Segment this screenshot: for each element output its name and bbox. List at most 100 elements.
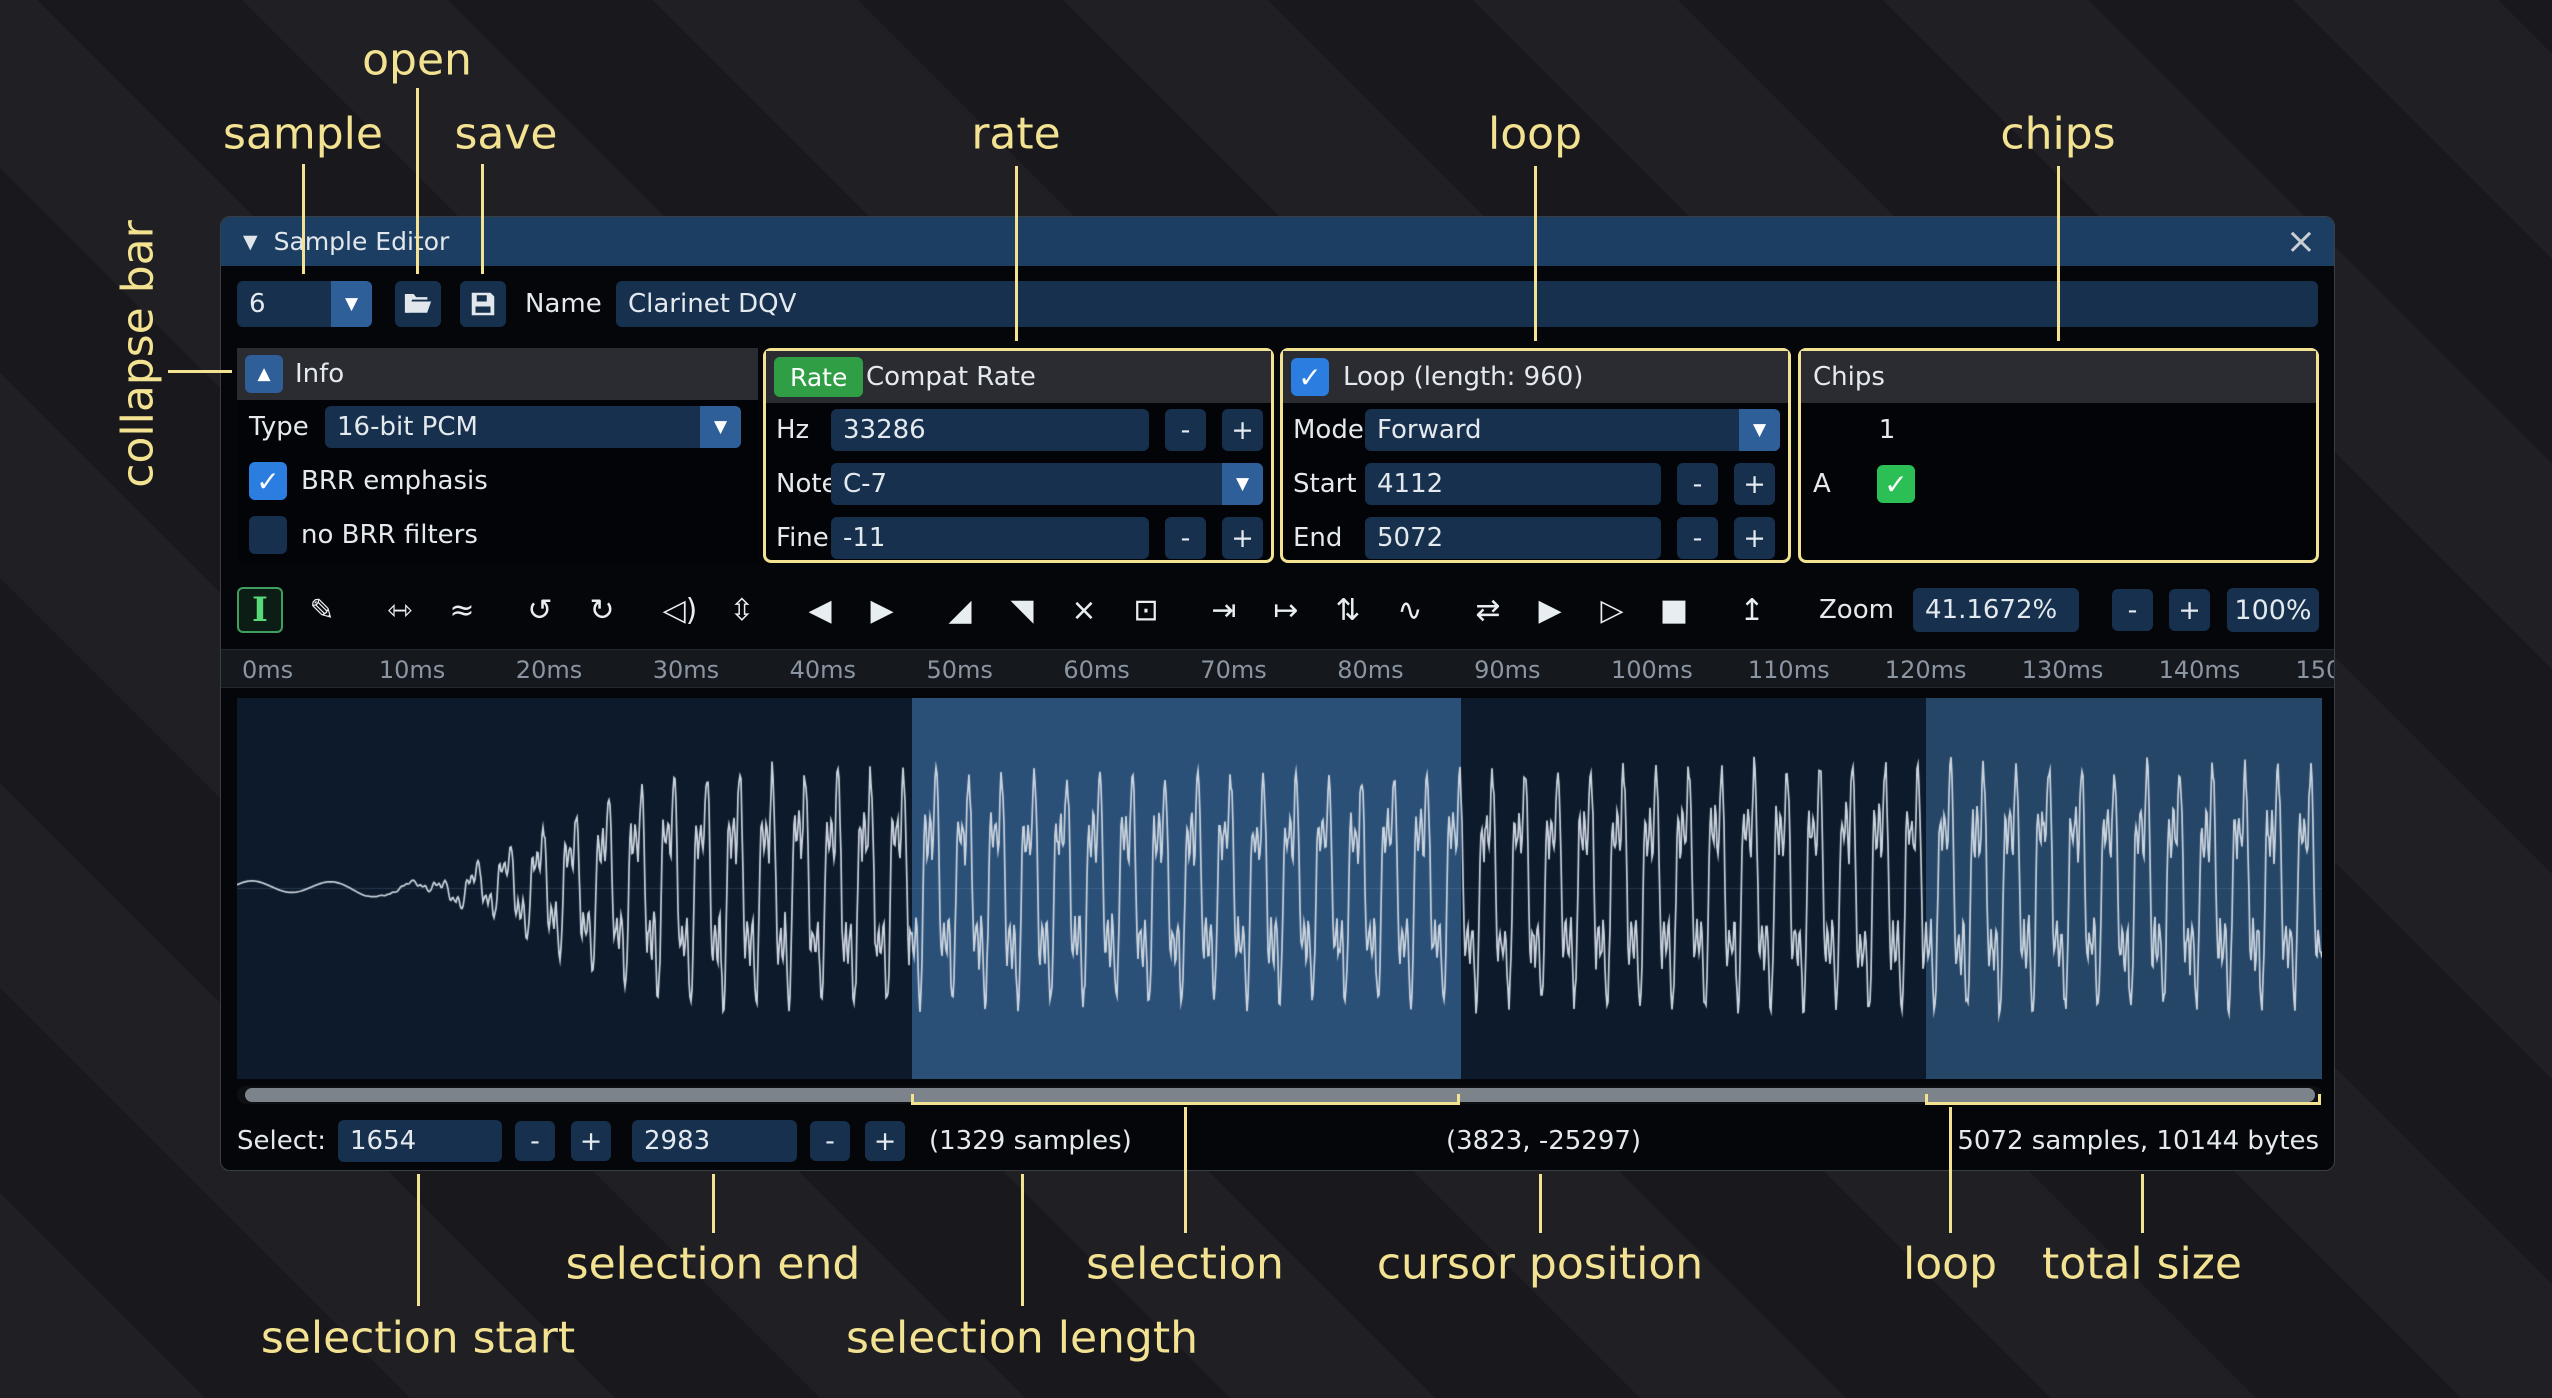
annotation-loop-bottom: loop	[1903, 1239, 1997, 1290]
loop-bracket	[1925, 1094, 2321, 1105]
selection-start-increment-button[interactable]: +	[571, 1121, 611, 1161]
rate-panel-header: Rate Compat Rate	[766, 351, 1271, 403]
sample-name-input[interactable]: Clarinet DQV	[616, 281, 2318, 327]
sample-editor-window: ▼ Sample Editor × 6 ▼ Name Clarinet DQV …	[220, 216, 2335, 1171]
annotation-line-cursor-position	[1539, 1174, 1542, 1233]
annotation-loop: loop	[1488, 109, 1582, 160]
fade-out-icon[interactable]: ◥	[999, 587, 1045, 633]
dropdown-arrow-icon[interactable]: ▼	[1222, 463, 1263, 505]
selection-end-input[interactable]: 2983	[632, 1120, 797, 1162]
no-brr-filters-label: no BRR filters	[301, 514, 478, 556]
annotation-line-collapse-bar	[168, 370, 232, 373]
brr-emphasis-checkbox[interactable]: ✓	[249, 462, 287, 500]
waveform-display[interactable]	[237, 698, 2322, 1079]
stop-icon[interactable]: ■	[1651, 587, 1697, 633]
window-collapse-icon[interactable]: ▼	[243, 231, 258, 253]
sample-number-combo[interactable]: 6 ▼	[237, 281, 372, 327]
note-combo[interactable]: C-7 ▼	[831, 463, 1263, 505]
resize-icon[interactable]: ⇿	[377, 587, 423, 633]
filter-icon[interactable]: ∿	[1387, 587, 1433, 633]
no-brr-filters-checkbox[interactable]	[249, 516, 287, 554]
floppy-save-icon	[468, 289, 498, 319]
save-button[interactable]	[460, 281, 506, 327]
annotation-line-selection-length	[1021, 1174, 1024, 1306]
annotation-selection-end: selection end	[566, 1239, 861, 1290]
loop-mode-combo[interactable]: Forward ▼	[1365, 409, 1780, 451]
fade-in-icon[interactable]: ◢	[937, 587, 983, 633]
amplify-icon[interactable]: ◁)	[657, 587, 703, 633]
reverse-icon[interactable]: ◀	[797, 587, 843, 633]
fine-input[interactable]: -11	[831, 517, 1149, 559]
status-row: Select: 1654 - + 2983 - + (1329 samples)…	[221, 1119, 2334, 1164]
check-icon: ✓	[1298, 361, 1321, 394]
normalize-icon[interactable]: ⇳	[719, 587, 765, 633]
timeline-label: 80ms	[1337, 656, 1403, 684]
dropdown-arrow-icon[interactable]: ▼	[331, 281, 372, 327]
selection-bracket	[911, 1094, 1460, 1105]
annotation-cursor-position: cursor position	[1377, 1239, 1703, 1290]
rate-panel: Rate Compat Rate Hz 33286 - + Note C-7 ▼…	[763, 348, 1274, 563]
zoom-reset-button[interactable]: 100%	[2227, 588, 2319, 632]
zoom-out-button[interactable]: -	[2112, 589, 2153, 631]
annotation-open: open	[362, 35, 472, 86]
insert-silence-icon[interactable]: ⇥	[1201, 587, 1247, 633]
hz-decrement-button[interactable]: -	[1165, 409, 1206, 451]
loop-end-input[interactable]: 5072	[1365, 517, 1661, 559]
cursor-position-text: (3823, -25297)	[1446, 1119, 1641, 1163]
forward-icon[interactable]: ▶	[859, 587, 905, 633]
selection-end-increment-button[interactable]: +	[865, 1121, 905, 1161]
collapse-bar-button[interactable]: ▲	[245, 355, 283, 393]
fine-increment-button[interactable]: +	[1222, 517, 1263, 559]
annotation-selection-start: selection start	[261, 1313, 575, 1364]
loop-start-increment-button[interactable]: +	[1734, 463, 1775, 505]
resample-icon[interactable]: ≈	[439, 587, 485, 633]
loop-start-input[interactable]: 4112	[1365, 463, 1661, 505]
preview-loop-icon[interactable]: ▷	[1589, 587, 1635, 633]
chips-panel: Chips 1 A ✓	[1798, 348, 2319, 563]
open-button[interactable]	[395, 281, 441, 327]
select-mode-icon[interactable]: I	[237, 587, 283, 633]
trim-icon[interactable]: ⊡	[1123, 587, 1169, 633]
chevron-up-icon: ▲	[257, 364, 270, 384]
import-icon[interactable]: ↥	[1729, 587, 1775, 633]
type-combo[interactable]: 16-bit PCM ▼	[325, 406, 741, 448]
loop-checkbox[interactable]: ✓	[1291, 358, 1329, 396]
redo-icon[interactable]: ↻	[579, 587, 625, 633]
selection-start-decrement-button[interactable]: -	[515, 1121, 555, 1161]
info-panel-title: Info	[295, 348, 344, 400]
hz-input[interactable]: 33286	[831, 409, 1149, 451]
annotation-selection: selection	[1086, 1239, 1284, 1290]
dropdown-arrow-icon[interactable]: ▼	[1739, 409, 1780, 451]
loop-end-decrement-button[interactable]: -	[1677, 517, 1718, 559]
apply-silence-icon[interactable]: ↦	[1263, 587, 1309, 633]
loop-panel-title: Loop (length: 960)	[1343, 351, 1583, 403]
draw-mode-icon[interactable]: ✎	[299, 587, 345, 633]
hz-increment-button[interactable]: +	[1222, 409, 1263, 451]
title-bar[interactable]: ▼ Sample Editor ×	[221, 217, 2334, 266]
annotation-line-rate	[1015, 166, 1018, 341]
fine-decrement-button[interactable]: -	[1165, 517, 1206, 559]
timeline-ruler[interactable]: 0ms10ms20ms30ms40ms50ms60ms70ms80ms90ms1…	[221, 649, 2334, 688]
delete-icon[interactable]: ×	[1061, 587, 1107, 633]
waveform-canvas	[237, 698, 2322, 1079]
annotation-line-save	[481, 164, 484, 274]
selection-end-decrement-button[interactable]: -	[810, 1121, 850, 1161]
preview-icon[interactable]: ▶	[1527, 587, 1573, 633]
timeline-label: 30ms	[653, 656, 719, 684]
loop-start-decrement-button[interactable]: -	[1677, 463, 1718, 505]
exchange-sign-icon[interactable]: ⇄	[1465, 587, 1511, 633]
chip-enable-checkbox[interactable]: ✓	[1877, 465, 1915, 503]
zoom-in-button[interactable]: +	[2169, 589, 2210, 631]
timeline-label: 140ms	[2159, 656, 2241, 684]
annotation-total-size: total size	[2042, 1239, 2242, 1290]
selection-start-input[interactable]: 1654	[338, 1120, 502, 1162]
invert-icon[interactable]: ⇅	[1325, 587, 1371, 633]
annotation-chips: chips	[2000, 109, 2115, 160]
zoom-input[interactable]: 41.1672%	[1913, 588, 2079, 632]
close-icon[interactable]: ×	[2286, 217, 2316, 266]
loop-end-increment-button[interactable]: +	[1734, 517, 1775, 559]
undo-icon[interactable]: ↺	[517, 587, 563, 633]
chips-column-header: 1	[1867, 409, 1907, 451]
rate-badge[interactable]: Rate	[774, 357, 863, 397]
dropdown-arrow-icon[interactable]: ▼	[700, 406, 741, 448]
